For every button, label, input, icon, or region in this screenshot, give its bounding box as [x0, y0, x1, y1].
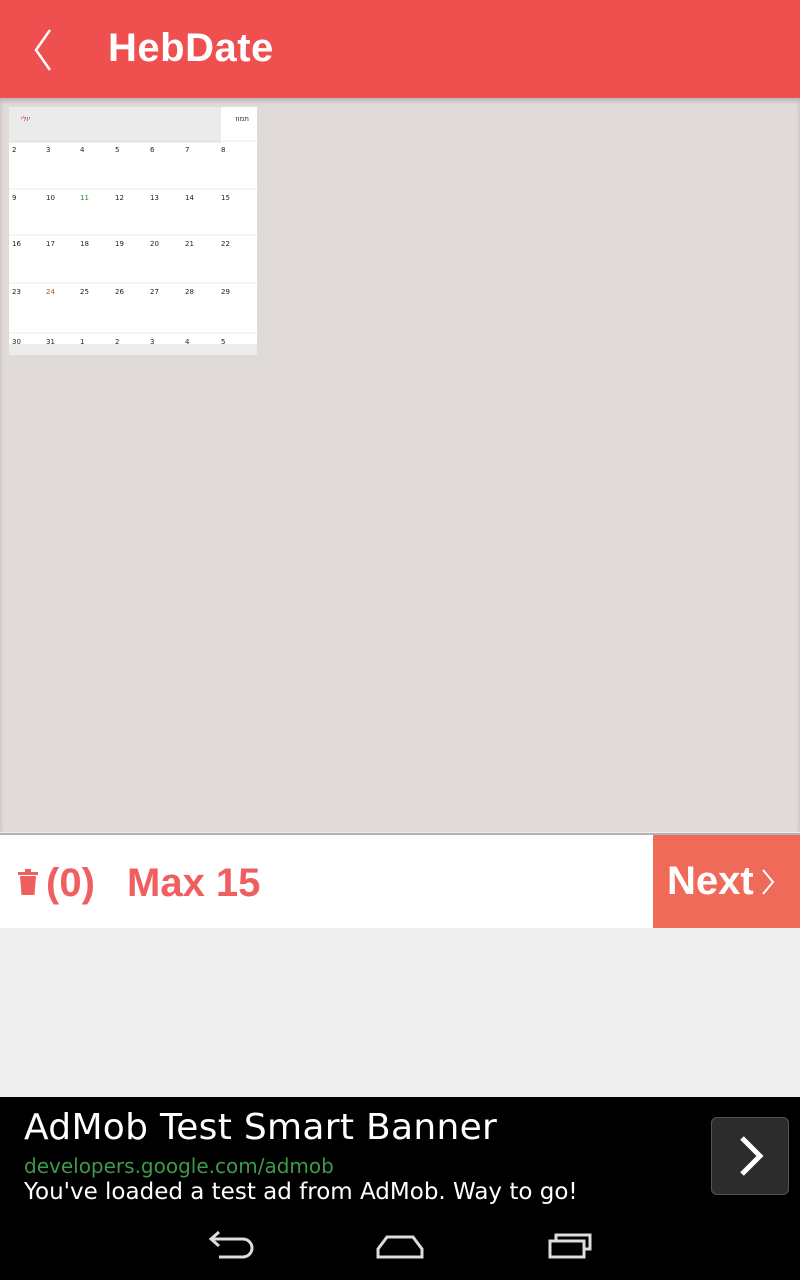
thumb-day-number: 29 [221, 288, 230, 296]
thumb-header-month: יולי [21, 115, 30, 123]
thumb-day-number: 28 [185, 288, 194, 296]
app-title: HebDate [108, 26, 274, 70]
next-button-label: Next [667, 859, 754, 903]
ad-open-button[interactable] [711, 1117, 789, 1195]
trash-icon[interactable] [16, 869, 40, 895]
selected-count: (0) [46, 861, 95, 905]
thumb-day-number: 3 [46, 146, 50, 154]
thumb-day-number: 5 [115, 146, 119, 154]
chevron-right-icon [740, 1136, 764, 1176]
nav-home-icon[interactable] [375, 1227, 425, 1261]
thumb-day-number: 12 [115, 194, 124, 202]
thumb-day-number: 23 [12, 288, 21, 296]
ad-url[interactable]: developers.google.com/admob [24, 1154, 334, 1178]
max-limit-label: Max 15 [127, 861, 261, 905]
thumb-day-number: 21 [185, 240, 194, 248]
thumb-footer-band [9, 344, 257, 355]
selection-bar: (0) Max 15 Next [0, 833, 800, 928]
ad-description: You've loaded a test ad from AdMob. Way … [24, 1179, 578, 1205]
thumb-day-number: 2 [12, 146, 16, 154]
nav-recents-icon[interactable] [546, 1227, 596, 1261]
thumb-day-number: 19 [115, 240, 124, 248]
thumb-header-hebrew-month: תמוז [235, 115, 249, 123]
thumb-day-number: 8 [221, 146, 225, 154]
thumb-day-number: 25 [80, 288, 89, 296]
thumb-day-number: 9 [12, 194, 16, 202]
thumb-day-number: 22 [221, 240, 230, 248]
thumb-day-number: 4 [80, 146, 85, 154]
calendar-image-thumbnail[interactable]: תמוז יולי 2 3 4 5 6 7 8 9 10 11 12 13 14 15 16 17 18 19 20 21… [9, 107, 257, 355]
thumb-day-number: 16 [12, 240, 21, 248]
app-bar: HebDate [0, 0, 800, 98]
back-arrow-icon[interactable] [30, 26, 56, 74]
ad-title: AdMob Test Smart Banner [24, 1107, 498, 1148]
thumb-day-number: 27 [150, 288, 159, 296]
thumb-day-number: 11 [80, 194, 89, 202]
thumb-day-number: 20 [150, 240, 159, 248]
nav-back-icon[interactable] [205, 1227, 255, 1261]
system-nav-bar [0, 1205, 800, 1280]
thumb-day-number: 24 [46, 288, 55, 296]
thumb-day-number: 26 [115, 288, 124, 296]
thumb-header-band [9, 107, 221, 143]
chevron-right-icon [761, 868, 775, 895]
thumb-day-number: 10 [46, 194, 55, 202]
ad-banner[interactable]: AdMob Test Smart Banner developers.googl… [0, 1097, 800, 1205]
thumb-day-number: 15 [221, 194, 230, 202]
thumb-day-number: 17 [46, 240, 55, 248]
thumb-day-number: 14 [185, 194, 194, 202]
thumb-day-number: 7 [185, 146, 189, 154]
image-gallery: תמוז יולי 2 3 4 5 6 7 8 9 10 11 12 13 14 15 16 17 18 19 20 21… [0, 98, 800, 832]
thumb-day-number: 18 [80, 240, 89, 248]
thumb-day-number: 6 [150, 146, 155, 154]
next-button[interactable]: Next [653, 835, 800, 928]
thumb-day-number: 13 [150, 194, 159, 202]
